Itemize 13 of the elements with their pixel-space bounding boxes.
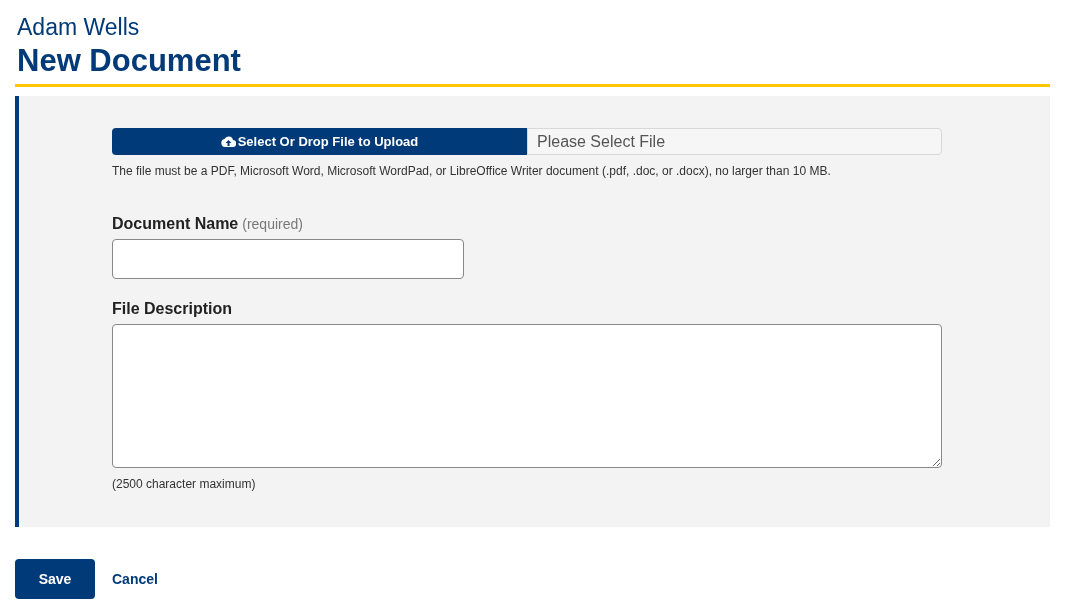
required-note: (required) <box>242 215 303 234</box>
field-label: Document Name <box>112 214 239 234</box>
cancel-link[interactable]: Cancel <box>112 568 158 590</box>
field-note: (2500 character maximum) <box>112 476 257 493</box>
cloud-upload-icon <box>220 136 236 147</box>
save-button[interactable]: Save <box>15 559 95 599</box>
file-field[interactable]: Please Select File <box>527 128 942 155</box>
input-field[interactable] <box>112 239 464 279</box>
page-subtitle: Adam Wells <box>17 13 141 42</box>
page-title: New Document <box>17 42 242 80</box>
file-hint: The file must be a PDF, Microsoft Word, Microsoft WordPad, or LibreOffice Writer document (.pdf, .doc, or .docx), no larger than 10 MB. <box>112 163 832 180</box>
field-label: File Description <box>112 299 233 319</box>
upload-button[interactable]: Select Or Drop File to Upload <box>112 128 527 155</box>
